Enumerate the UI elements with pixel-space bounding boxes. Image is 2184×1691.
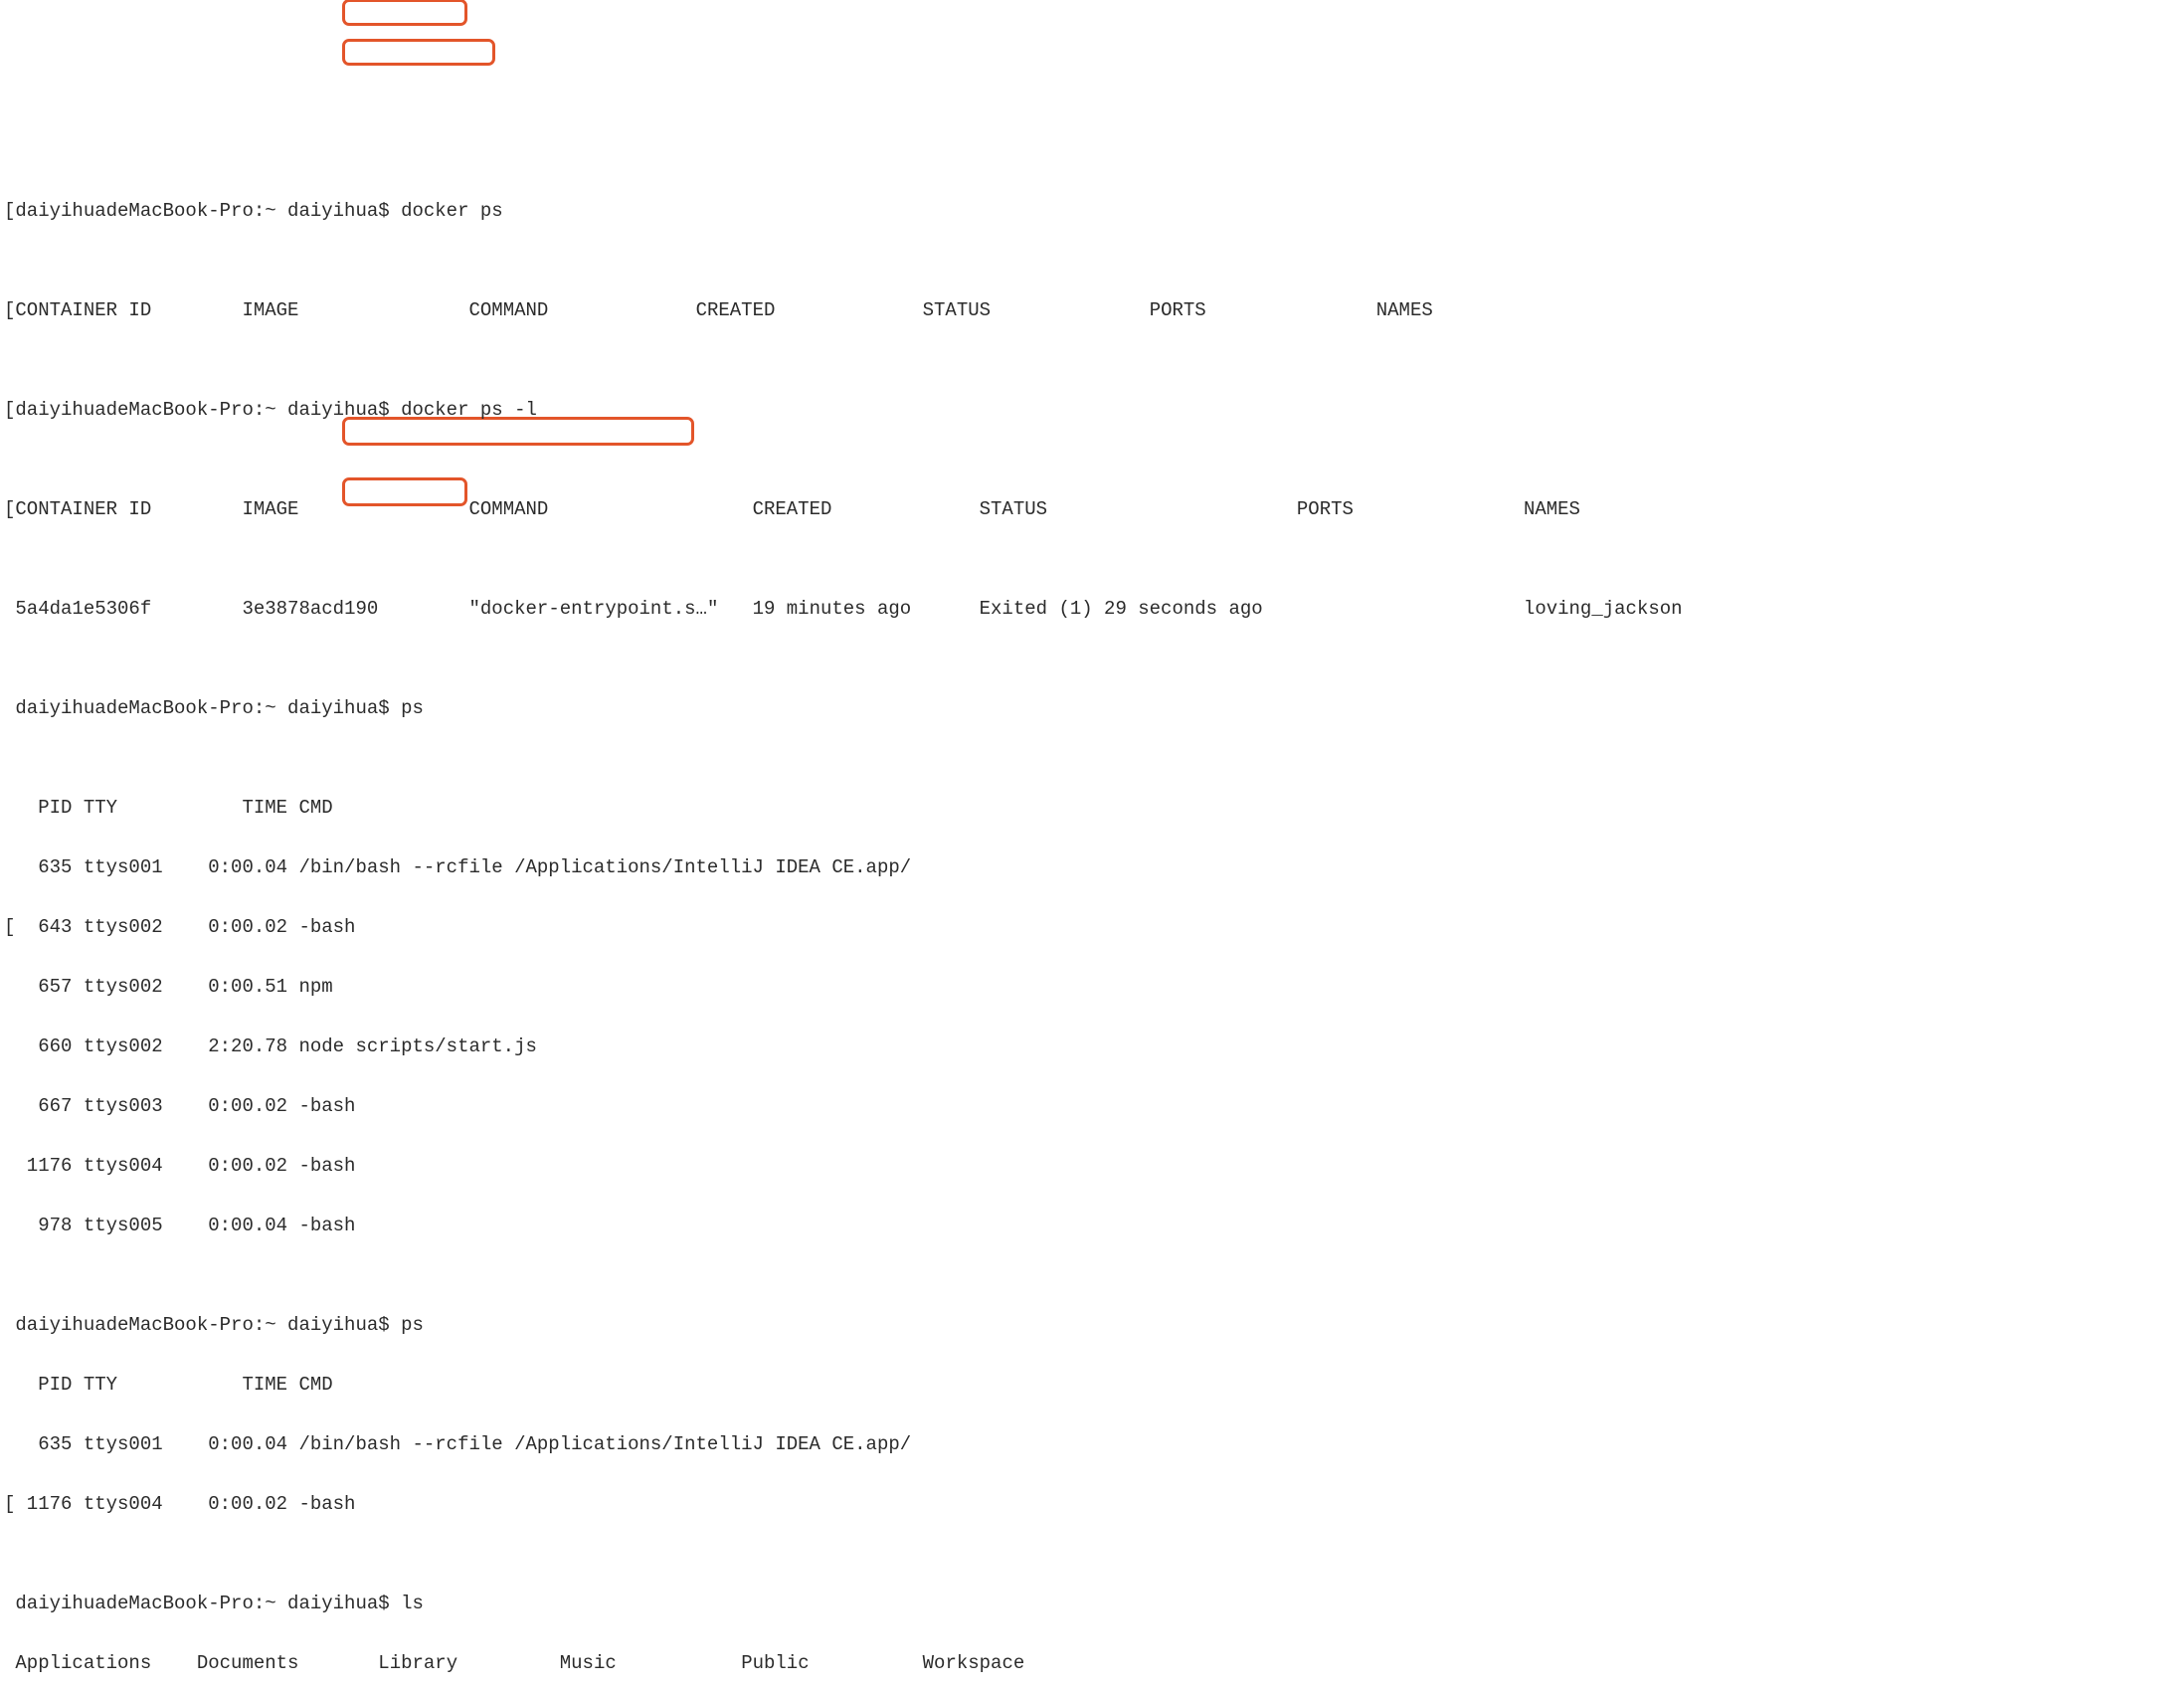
ps-row: 978 ttys005 0:00.04 -bash [4,1216,2180,1235]
terminal-output[interactable]: [daiyihuadeMacBook-Pro:~ daiyihua$ docke… [0,0,2184,1691]
prompt-text: daiyihuadeMacBook-Pro:~ daiyihua$ [15,1593,401,1614]
command-text: ls [401,1593,424,1614]
ps-row: 660 ttys002 2:20.78 node scripts/start.j… [4,1036,2180,1056]
ps-header: PID TTY TIME CMD [4,798,2180,818]
prompt-text: daiyihuadeMacBook-Pro:~ daiyihua$ [15,697,401,719]
ps-row: 667 ttys003 0:00.02 -bash [4,1096,2180,1116]
annotation-box-1 [342,0,467,26]
docker-ps-l-row: 5a4da1e5306f 3e3878acd190 "docker-entryp… [4,599,2180,619]
ps-row: 657 ttys002 0:00.51 npm [4,977,2180,997]
col-names: NAMES [1524,498,1580,520]
cell-command: "docker-entrypoint.s…" [469,598,719,620]
docker-ps-header: [CONTAINER ID IMAGE COMMAND CREATED STAT… [4,300,2180,320]
bracket: [ [4,399,15,421]
prompt-text: daiyihuadeMacBook-Pro:~ daiyihua$ [15,399,401,421]
col-command: COMMAND [469,498,549,520]
prompt-line: [daiyihuadeMacBook-Pro:~ daiyihua$ docke… [4,400,2180,420]
ps-row: [ 643 ttys002 0:00.02 -bash [4,917,2180,937]
cell-image: 3e3878acd190 [242,598,378,620]
bracket: [ [4,916,15,938]
ls-row: Applications Documents Library Music Pub… [4,1653,2180,1673]
ls-item: Workspace [923,1652,1025,1674]
prompt-line: [daiyihuadeMacBook-Pro:~ daiyihua$ docke… [4,201,2180,221]
annotation-box-2 [342,39,495,66]
prompt-line: daiyihuadeMacBook-Pro:~ daiyihua$ ps [4,698,2180,718]
bracket: [ [4,200,15,222]
cell-created: 19 minutes ago [753,598,912,620]
col-container-id: CONTAINER ID [15,299,151,321]
ps-row: [ 1176 ttys004 0:00.02 -bash [4,1494,2180,1514]
col-ports: PORTS [1297,498,1354,520]
ls-item: Applications [15,1652,151,1674]
col-names: NAMES [1376,299,1433,321]
prompt-text: daiyihuadeMacBook-Pro:~ daiyihua$ [15,1314,401,1336]
col-status: STATUS [980,498,1047,520]
ps-row: 1176 ttys004 0:00.02 -bash [4,1156,2180,1176]
col-container-id: CONTAINER ID [15,498,151,520]
ls-item: Library [378,1652,457,1674]
ps-header: PID TTY TIME CMD [4,1375,2180,1395]
docker-ps-l-header: [CONTAINER ID IMAGE COMMAND CREATED STAT… [4,499,2180,519]
bracket: [ [4,299,15,321]
command-text: ps [401,697,424,719]
cell-status: Exited (1) 29 seconds ago [980,598,1263,620]
command-text: docker ps -l [401,399,537,421]
col-image: IMAGE [242,299,298,321]
annotation-box-3 [342,417,694,446]
bracket: [ [4,1493,15,1515]
ps-row: 635 ttys001 0:00.04 /bin/bash --rcfile /… [4,857,2180,877]
col-image: IMAGE [242,498,298,520]
command-text: docker ps [401,200,503,222]
prompt-line: daiyihuadeMacBook-Pro:~ daiyihua$ ls [4,1594,2180,1613]
command-text: ps [401,1314,424,1336]
col-ports: PORTS [1150,299,1206,321]
cell-names: loving_jackson [1524,598,1683,620]
ps-row: 635 ttys001 0:00.04 /bin/bash --rcfile /… [4,1434,2180,1454]
cell-container-id: 5a4da1e5306f [15,598,151,620]
col-status: STATUS [923,299,991,321]
ls-item: Documents [197,1652,299,1674]
col-command: COMMAND [469,299,549,321]
ls-item: Public [741,1652,809,1674]
prompt-line: daiyihuadeMacBook-Pro:~ daiyihua$ ps [4,1315,2180,1335]
prompt-text: daiyihuadeMacBook-Pro:~ daiyihua$ [15,200,401,222]
col-created: CREATED [753,498,832,520]
bracket: [ [4,498,15,520]
ls-item: Music [560,1652,617,1674]
col-created: CREATED [696,299,776,321]
